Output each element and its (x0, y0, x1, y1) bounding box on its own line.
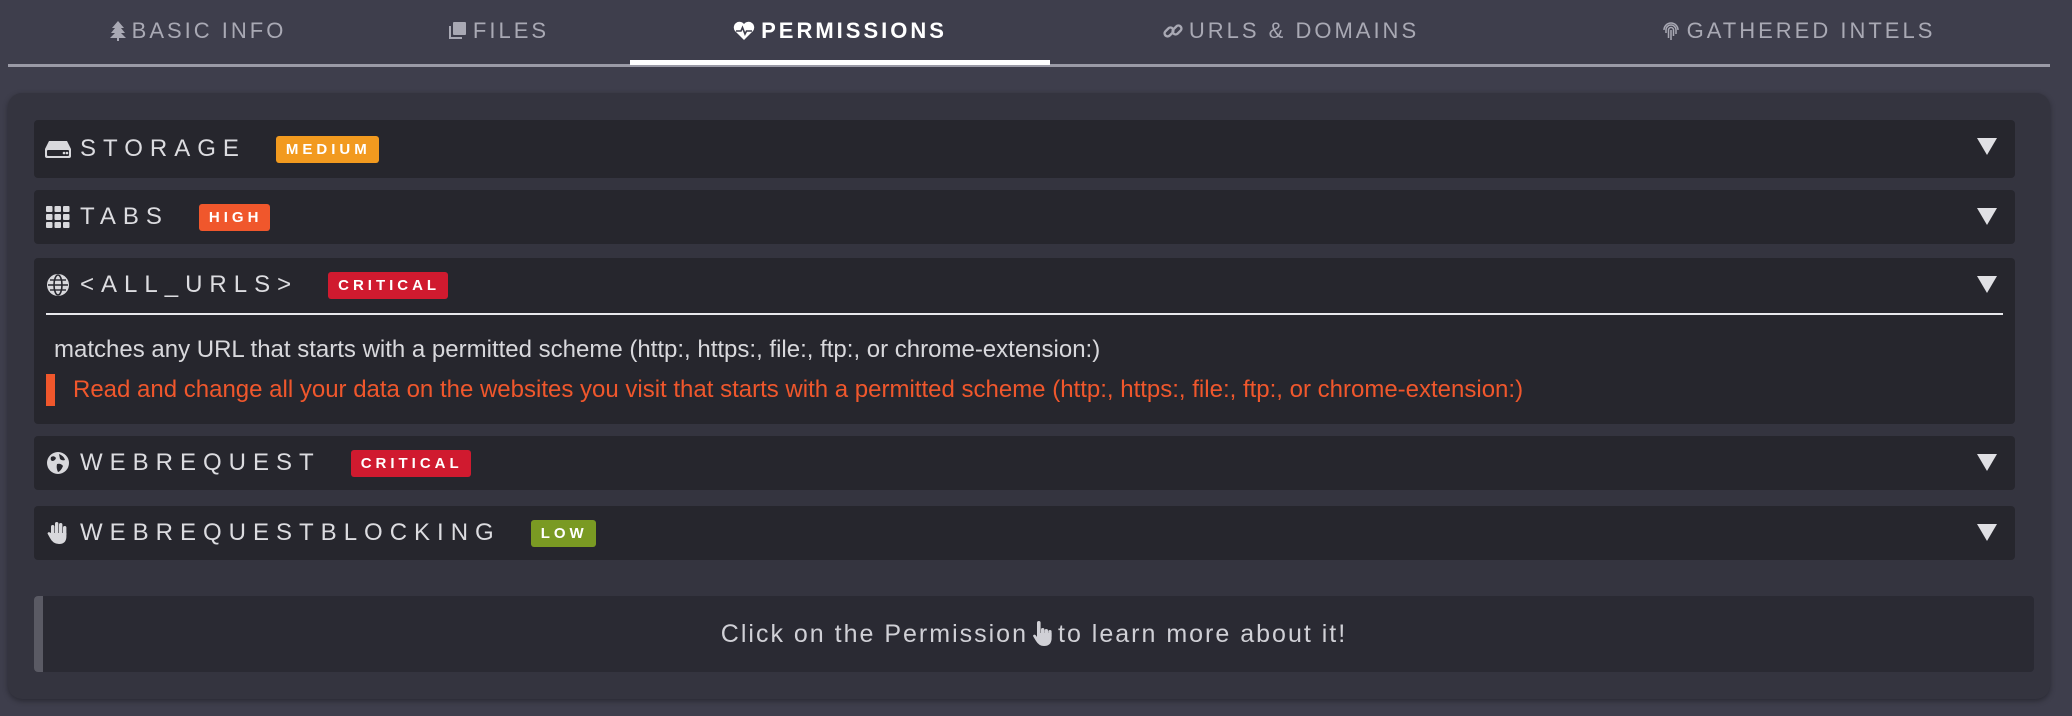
tab-urls-domains[interactable]: URLs & Domains (1156, 0, 1426, 62)
link-icon (1163, 21, 1183, 41)
tab-label: Files (472, 18, 550, 43)
permission-description: matches any URL that starts with a permi… (54, 336, 1101, 363)
permission-webrequest[interactable]: WEBREQUEST CRITICAL (34, 436, 2015, 490)
heart-pulse-icon (733, 21, 755, 41)
warning-accent-bar (46, 374, 55, 406)
permission-name: WEBREQUESTBLOCKING (80, 519, 501, 546)
chevron-down-icon[interactable] (1975, 204, 1999, 228)
permission-webrequestblocking[interactable]: WEBREQUESTBLOCKING LOW (34, 506, 2015, 560)
hint-box: Click on the Permission to learn more ab… (34, 596, 2034, 672)
severity-badge: MEDIUM (275, 135, 379, 163)
tab-label: Basic Info (131, 18, 287, 43)
permission-header[interactable]: <ALL_URLS> CRITICAL (34, 258, 2015, 312)
chevron-down-icon[interactable] (1975, 520, 1999, 544)
permission-name: STORAGE (80, 135, 246, 162)
permission-name: WEBREQUEST (80, 449, 321, 476)
files-icon (447, 21, 467, 41)
hard-drive-icon (44, 135, 72, 163)
tree-icon (109, 21, 126, 41)
warning-text: Read and change all your data on the web… (73, 376, 1524, 403)
tab-files[interactable]: Files (438, 0, 558, 62)
tab-label: Gathered Intels (1686, 18, 1936, 43)
tab-label: URLs & Domains (1188, 18, 1420, 43)
severity-badge: HIGH (198, 203, 271, 231)
chevron-down-icon[interactable] (1975, 134, 1999, 158)
severity-badge: CRITICAL (350, 449, 471, 477)
severity-badge: CRITICAL (328, 271, 449, 299)
chevron-down-icon[interactable] (1975, 450, 1999, 474)
tab-label: Permissions (761, 18, 947, 43)
fingerprint-icon (1661, 21, 1681, 41)
permission-name: TABS (80, 203, 169, 230)
tab-bar: Basic Info Files Permissions URLs & Doma… (8, 0, 2050, 67)
tab-basic-info[interactable]: Basic Info (98, 0, 298, 62)
permission-header[interactable]: STORAGE MEDIUM (34, 120, 2015, 178)
permission-warning: Read and change all your data on the web… (46, 374, 1523, 406)
permission-header[interactable]: TABS HIGH (34, 190, 2015, 244)
hand-pointer-icon (1032, 621, 1054, 647)
globe-icon (44, 271, 72, 299)
hint-text-after: to learn more about it! (1058, 619, 1348, 648)
hint-text-before: Click on the Permission (720, 619, 1028, 648)
grid-icon (44, 203, 72, 231)
permission-tabs[interactable]: TABS HIGH (34, 190, 2015, 244)
tab-gathered-intels[interactable]: Gathered Intels (1648, 0, 1948, 62)
permission-name: <ALL_URLS> (80, 271, 299, 298)
hand-icon (44, 519, 72, 547)
earth-icon (44, 449, 72, 477)
chevron-down-icon[interactable] (1975, 272, 1999, 296)
permission-header[interactable]: WEBREQUESTBLOCKING LOW (34, 506, 2015, 560)
tab-permissions[interactable]: Permissions (630, 0, 1050, 62)
permission-header[interactable]: WEBREQUEST CRITICAL (34, 436, 2015, 490)
active-tab-indicator (630, 60, 1050, 65)
divider (46, 313, 2003, 315)
hint-accent-bar (34, 596, 43, 672)
permissions-panel: STORAGE MEDIUM TABS HIGH <ALL_URLS> CRIT… (8, 93, 2050, 699)
permission-all-urls[interactable]: <ALL_URLS> CRITICAL matches any URL that… (34, 258, 2015, 424)
permission-storage[interactable]: STORAGE MEDIUM (34, 120, 2015, 178)
severity-badge: LOW (530, 519, 596, 547)
